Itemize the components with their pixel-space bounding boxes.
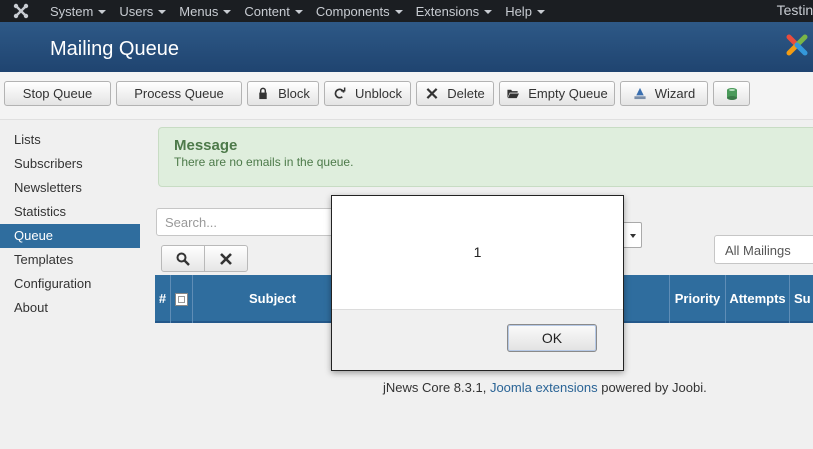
footer: jNews Core 8.3.1, Joomla extensions powe… bbox=[383, 380, 707, 395]
wizard-icon bbox=[634, 87, 646, 100]
empty-queue-label: Empty Queue bbox=[528, 86, 608, 101]
column-status[interactable]: Su bbox=[790, 275, 813, 323]
menu-extensions-label: Extensions bbox=[415, 3, 480, 19]
menu-users-label: Users bbox=[119, 3, 154, 19]
select-all-checkbox[interactable] bbox=[175, 293, 188, 307]
sidebar-item-about[interactable]: About bbox=[0, 296, 140, 320]
chevron-down-icon bbox=[158, 10, 167, 15]
joomla-logo-icon[interactable] bbox=[12, 2, 30, 20]
mailings-filter-select[interactable]: All Mailings bbox=[714, 235, 813, 264]
menu-content[interactable]: Content bbox=[244, 4, 303, 19]
folder-open-icon bbox=[507, 89, 520, 99]
message-alert: Message There are no emails in the queue… bbox=[158, 127, 813, 187]
main-menu: System Users Menus Content Components Ex… bbox=[50, 0, 558, 22]
column-subject[interactable]: Subject bbox=[193, 275, 353, 323]
search-placeholder: Search... bbox=[165, 215, 218, 230]
search-button[interactable] bbox=[161, 245, 205, 272]
column-number: # bbox=[155, 275, 171, 323]
alert-dialog: 1 OK bbox=[331, 195, 624, 371]
message-body: There are no emails in the queue. bbox=[174, 155, 354, 169]
menu-system[interactable]: System bbox=[50, 3, 107, 19]
menu-help-label: Help bbox=[505, 3, 532, 19]
menu-extensions[interactable]: Extensions bbox=[416, 4, 493, 19]
top-navbar: System Users Menus Content Components Ex… bbox=[0, 0, 813, 22]
sidebar-item-configuration[interactable]: Configuration bbox=[0, 272, 140, 296]
menu-components[interactable]: Components bbox=[316, 4, 403, 19]
ok-button[interactable]: OK bbox=[507, 324, 597, 352]
menu-help[interactable]: Help bbox=[505, 4, 545, 19]
sidebar-item-lists[interactable]: Lists bbox=[0, 128, 140, 152]
lock-icon bbox=[259, 87, 267, 100]
menu-menus[interactable]: Menus bbox=[179, 3, 232, 19]
menu-components-label: Components bbox=[315, 3, 390, 19]
sidebar-item-subscribers[interactable]: Subscribers bbox=[0, 152, 140, 176]
chevron-down-icon bbox=[294, 10, 303, 15]
menu-menus-label: Menus bbox=[179, 3, 219, 19]
menu-content-label: Content bbox=[244, 3, 290, 19]
chevron-down-icon bbox=[98, 10, 107, 15]
empty-queue-button[interactable]: Empty Queue bbox=[499, 81, 615, 106]
dialog-message: 1 bbox=[473, 244, 482, 260]
message-heading: Message bbox=[174, 137, 238, 154]
page-header: Mailing Queue bbox=[0, 22, 813, 72]
site-name-link[interactable]: Testing bbox=[777, 2, 813, 18]
sidebar: Lists Subscribers Newsletters Statistics… bbox=[0, 128, 140, 320]
chevron-down-icon bbox=[394, 10, 403, 15]
delete-button[interactable]: Delete bbox=[416, 81, 494, 106]
close-icon bbox=[220, 252, 232, 265]
column-select-all bbox=[171, 275, 193, 323]
toolbar: Stop Queue Process Queue Block Unblock D… bbox=[0, 72, 813, 120]
joomla-extensions-link[interactable]: Joomla extensions bbox=[490, 380, 598, 395]
sidebar-item-statistics[interactable]: Statistics bbox=[0, 200, 140, 224]
delete-label: Delete bbox=[447, 86, 485, 101]
menu-users[interactable]: Users bbox=[119, 3, 167, 19]
help-button[interactable] bbox=[713, 81, 750, 106]
sidebar-item-newsletters[interactable]: Newsletters bbox=[0, 176, 140, 200]
chevron-down-icon bbox=[630, 234, 636, 238]
block-label: Block bbox=[278, 86, 310, 101]
stop-queue-button[interactable]: Stop Queue bbox=[4, 81, 111, 106]
menu-system-label: System bbox=[50, 3, 94, 19]
column-attempts[interactable]: Attempts bbox=[726, 275, 790, 323]
footer-powered-text: powered by Joobi. bbox=[597, 380, 707, 395]
footer-version-text: jNews Core 8.3.1, bbox=[383, 380, 490, 395]
jnews-logo-icon bbox=[786, 34, 808, 56]
chevron-down-icon bbox=[223, 10, 232, 15]
process-queue-button[interactable]: Process Queue bbox=[116, 81, 242, 106]
refresh-icon bbox=[334, 87, 346, 99]
clear-search-button[interactable] bbox=[204, 245, 248, 272]
close-icon bbox=[426, 88, 438, 99]
page-title: Mailing Queue bbox=[50, 38, 179, 60]
unblock-label: Unblock bbox=[355, 86, 402, 101]
search-icon bbox=[176, 252, 190, 266]
sidebar-item-templates[interactable]: Templates bbox=[0, 248, 140, 272]
chevron-down-icon bbox=[536, 10, 545, 15]
search-input[interactable]: Search... bbox=[156, 208, 336, 236]
unblock-button[interactable]: Unblock bbox=[324, 81, 411, 106]
wizard-button[interactable]: Wizard bbox=[620, 81, 708, 106]
wizard-label: Wizard bbox=[654, 86, 696, 101]
database-icon bbox=[726, 87, 737, 100]
chevron-down-icon bbox=[484, 10, 493, 15]
dialog-footer: OK bbox=[332, 309, 623, 370]
block-button[interactable]: Block bbox=[247, 81, 319, 106]
stop-queue-label: Stop Queue bbox=[22, 86, 93, 101]
process-queue-label: Process Queue bbox=[134, 86, 224, 101]
column-priority[interactable]: Priority bbox=[670, 275, 726, 323]
sidebar-item-queue[interactable]: Queue bbox=[0, 224, 140, 248]
